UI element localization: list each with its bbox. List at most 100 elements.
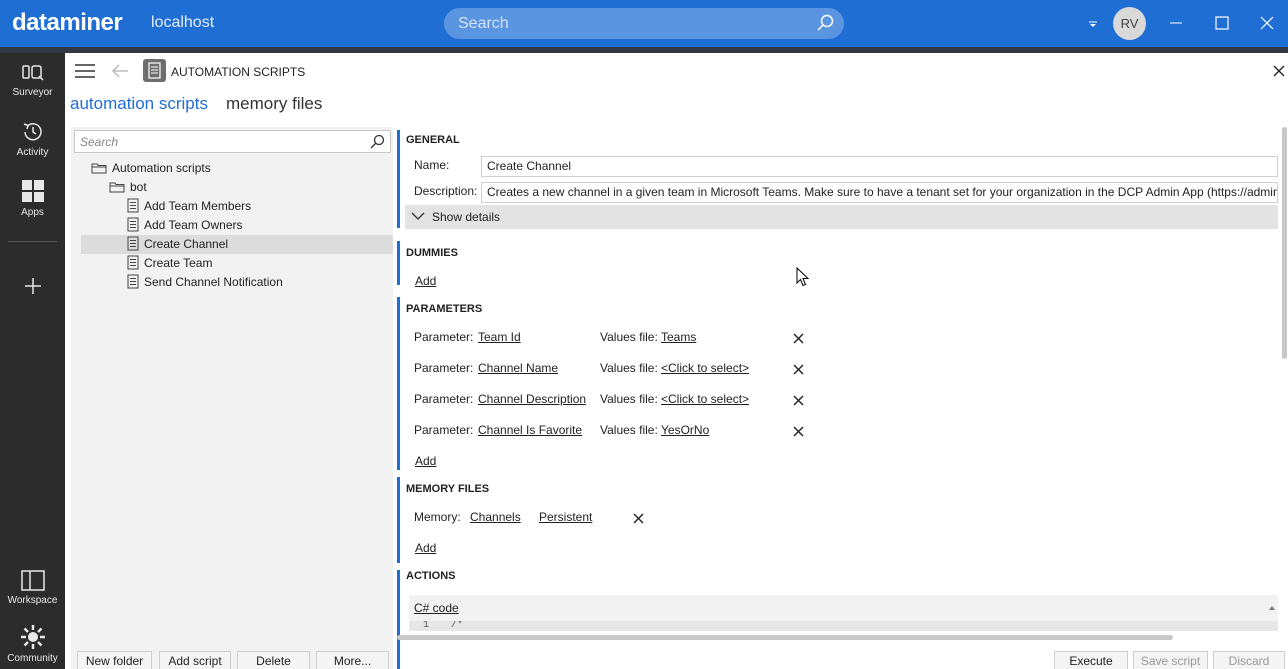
- script-icon: [127, 217, 139, 232]
- rail-label-activity: Activity: [16, 147, 49, 158]
- rail-label-surveyor: Surveyor: [12, 87, 53, 98]
- show-details-toggle[interactable]: Show details: [405, 205, 1278, 229]
- tree-script-label: Create Channel: [144, 237, 229, 251]
- remove-memory-icon[interactable]: [633, 513, 644, 524]
- avatar[interactable]: RV: [1113, 7, 1146, 40]
- search-icon[interactable]: [816, 14, 834, 32]
- script-icon: [127, 198, 139, 213]
- code-action-label[interactable]: C# code: [414, 601, 459, 615]
- more-button[interactable]: More...: [316, 651, 389, 669]
- parameter-name-link[interactable]: Channel Name: [478, 361, 558, 375]
- workspace-icon: [20, 570, 45, 591]
- mouse-cursor-icon: [796, 267, 809, 287]
- back-arrow-icon[interactable]: [111, 63, 129, 79]
- maximize-icon[interactable]: [1213, 14, 1231, 32]
- code-line-text: /*: [451, 621, 464, 631]
- rail-item-community[interactable]: Community: [0, 624, 65, 664]
- parameter-label: Parameter:: [414, 423, 474, 437]
- minimize-icon[interactable]: [1167, 14, 1185, 32]
- tab-automation-scripts[interactable]: automation scripts: [70, 94, 208, 114]
- remove-parameter-icon[interactable]: [793, 426, 804, 437]
- rail-item-activity[interactable]: Activity: [0, 120, 65, 158]
- values-file-link[interactable]: <Click to select>: [661, 361, 749, 375]
- surveyor-icon: [21, 65, 44, 81]
- tree-script-item[interactable]: Add Team Members: [127, 197, 251, 216]
- horizontal-scrollbar[interactable]: [397, 635, 1173, 640]
- close-window-icon[interactable]: [1258, 14, 1276, 32]
- name-label: Name:: [414, 158, 450, 172]
- global-search[interactable]: [444, 8, 844, 39]
- script-module-icon: [143, 59, 166, 82]
- add-memory-link[interactable]: Add: [415, 541, 436, 555]
- code-action-header[interactable]: C# code: [409, 595, 1278, 621]
- section-accent: [397, 130, 400, 228]
- remove-parameter-icon[interactable]: [793, 333, 804, 344]
- tree-search-input[interactable]: [80, 133, 350, 150]
- rail-add-button[interactable]: [0, 277, 65, 298]
- section-accent: [397, 477, 400, 563]
- remove-parameter-icon[interactable]: [793, 395, 804, 406]
- values-file-link[interactable]: <Click to select>: [661, 392, 749, 406]
- memory-type-link[interactable]: Persistent: [539, 510, 592, 524]
- host-name: localhost: [151, 14, 215, 31]
- values-file-label: Values file:: [600, 330, 658, 344]
- tab-memory-files[interactable]: memory files: [226, 94, 322, 114]
- search-icon[interactable]: [370, 134, 385, 149]
- tree-search[interactable]: [74, 130, 391, 153]
- parameter-name-link[interactable]: Channel Description: [478, 392, 586, 406]
- rail-item-surveyor[interactable]: Surveyor: [0, 62, 65, 98]
- script-icon: [127, 274, 139, 289]
- code-editor[interactable]: 1 /*: [409, 621, 1278, 631]
- values-file-label: Values file:: [600, 392, 658, 406]
- parameter-label: Parameter:: [414, 361, 474, 375]
- description-label: Description:: [414, 184, 478, 198]
- memory-name-link[interactable]: Channels: [470, 510, 521, 524]
- left-rail: Surveyor Activity Apps Workspace Communi…: [0, 53, 65, 669]
- values-file-label: Values file:: [600, 361, 658, 375]
- remove-parameter-icon[interactable]: [793, 364, 804, 375]
- tree-root-folder[interactable]: Automation scripts: [91, 159, 211, 178]
- values-file-link[interactable]: YesOrNo: [661, 423, 709, 437]
- parameter-name-link[interactable]: Team Id: [478, 330, 521, 344]
- section-accent: [397, 297, 400, 470]
- rail-label-apps: Apps: [21, 207, 44, 218]
- name-field[interactable]: Create Channel: [481, 156, 1278, 177]
- description-field[interactable]: Creates a new channel in a given team in…: [481, 182, 1278, 203]
- brand-logo[interactable]: dataminer: [12, 9, 123, 37]
- rail-item-apps[interactable]: Apps: [0, 179, 65, 218]
- new-folder-button[interactable]: New folder: [77, 651, 152, 669]
- tree-script-label: Add Team Members: [144, 199, 252, 213]
- vertical-scrollbar[interactable]: [1282, 127, 1287, 359]
- community-icon: [20, 625, 45, 649]
- tree-script-label: Send Channel Notification: [144, 275, 283, 289]
- rail-item-workspace[interactable]: Workspace: [0, 570, 65, 606]
- parameter-name-link[interactable]: Channel Is Favorite: [478, 423, 582, 437]
- tree-script-item[interactable]: Create Team: [127, 254, 212, 273]
- tree-folder-bot[interactable]: bot: [109, 178, 147, 197]
- global-search-input[interactable]: [458, 8, 808, 39]
- values-file-link[interactable]: Teams: [661, 330, 696, 344]
- plus-icon: [24, 278, 41, 294]
- parameter-label: Parameter:: [414, 392, 474, 406]
- add-script-button[interactable]: Add script: [159, 651, 231, 669]
- rail-label-workspace: Workspace: [7, 595, 58, 606]
- close-module-icon[interactable]: [1272, 64, 1286, 78]
- top-bar: dataminer localhost RV: [0, 0, 1288, 47]
- chevron-down-icon: [411, 212, 425, 220]
- rail-divider: [8, 241, 57, 242]
- dropdown-icon[interactable]: [1084, 14, 1102, 32]
- delete-button[interactable]: Delete: [237, 651, 310, 669]
- collapse-icon[interactable]: [1269, 605, 1275, 610]
- tree-script-item[interactable]: Add Team Owners: [127, 216, 243, 235]
- memory-label: Memory:: [414, 510, 461, 524]
- tree-script-label: Create Team: [144, 256, 213, 270]
- script-icon: [127, 236, 139, 251]
- add-parameter-link[interactable]: Add: [415, 454, 436, 468]
- tree-script-item[interactable]: Send Channel Notification: [127, 273, 283, 292]
- tree-script-label: Add Team Owners: [144, 218, 243, 232]
- apps-icon: [21, 180, 44, 202]
- hamburger-menu-icon[interactable]: [75, 64, 95, 78]
- tree-root-label: Automation scripts: [112, 161, 211, 175]
- add-dummy-link[interactable]: Add: [415, 274, 436, 288]
- tree-script-item-selected[interactable]: Create Channel: [81, 235, 393, 254]
